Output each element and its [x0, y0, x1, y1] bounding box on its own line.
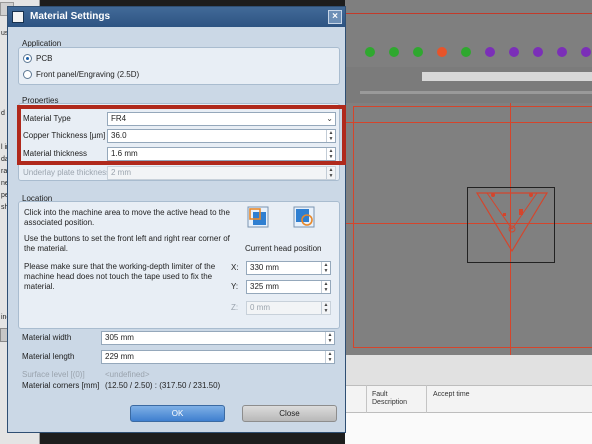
material-corners-label: Material corners [mm] — [22, 381, 100, 390]
material-width-field[interactable]: 305 mm ▲ ▼ — [101, 331, 335, 345]
set-front-left-corner-icon[interactable] — [247, 206, 269, 228]
location-group: Click into the machine area to move the … — [18, 201, 340, 329]
material-length-label: Material length — [22, 352, 75, 361]
column-divider — [366, 385, 367, 413]
tool-indicator-dot — [413, 47, 423, 57]
column-divider — [426, 385, 427, 413]
spinner-arrows-icon[interactable]: ▲ ▼ — [321, 262, 330, 274]
radio-pcb-label: PCB — [36, 54, 53, 63]
spinner-arrows-icon[interactable]: ▲ ▼ — [321, 281, 330, 293]
close-icon[interactable]: × — [328, 10, 342, 24]
z-position-field: 0 mm ▲ ▼ — [246, 301, 331, 315]
column-accept-time[interactable]: Accept time — [433, 391, 470, 399]
radio-pcb[interactable]: PCB — [23, 54, 52, 63]
set-rear-right-corner-icon[interactable] — [293, 206, 315, 228]
job-list-toolbar — [345, 355, 592, 385]
y-position-field[interactable]: 325 mm ▲ ▼ — [246, 280, 331, 294]
tool-indicator-dot — [533, 47, 543, 57]
x-position-field[interactable]: 330 mm ▲ ▼ — [246, 261, 331, 275]
x-label: X: — [231, 263, 239, 272]
spinner-arrows-icon: ▲ ▼ — [321, 302, 330, 314]
rail-line — [345, 13, 592, 14]
tool-indicator-dot — [581, 47, 591, 57]
z-label: Z: — [231, 303, 239, 312]
location-instruction: Please make sure that the working-depth … — [24, 262, 216, 291]
radio-button-icon[interactable] — [23, 54, 32, 63]
x-position-value: 330 mm — [250, 263, 279, 272]
material-corners-value: (12.50 / 2.50) : (317.50 / 231.50) — [105, 381, 221, 390]
dialog-titlebar[interactable]: Material Settings × — [8, 7, 345, 27]
spinner-arrows-icon: ▲ ▼ — [326, 167, 335, 179]
material-length-field[interactable]: 229 mm ▲ ▼ — [101, 350, 335, 364]
underlay-thickness-label: Underlay plate thickness — [23, 168, 111, 177]
surface-level-value: <undefined> — [105, 370, 150, 379]
machine-work-area[interactable] — [345, 103, 592, 355]
surface-level-label: Surface level [(0)] — [22, 370, 85, 379]
material-settings-dialog: Material Settings × Application PCB Fron… — [7, 6, 346, 433]
job-list-body — [345, 413, 592, 444]
radio-front-panel-label: Front panel/Engraving (2.5D) — [36, 70, 140, 79]
background-top-area — [345, 0, 592, 40]
close-button[interactable]: Close — [242, 405, 337, 422]
current-head-position-label: Current head position — [245, 244, 322, 253]
tool-indicator-dot — [509, 47, 519, 57]
guide-line — [345, 122, 592, 123]
application-group: PCB Front panel/Engraving (2.5D) — [18, 47, 340, 85]
location-instruction: Click into the machine area to move the … — [24, 208, 230, 227]
radio-front-panel[interactable]: Front panel/Engraving (2.5D) — [23, 70, 139, 79]
material-length-value: 229 mm — [105, 352, 134, 361]
underlay-thickness-field: 2 mm ▲ ▼ — [107, 166, 336, 180]
machine-status-bar — [422, 72, 592, 81]
tool-indicator-dot — [557, 47, 567, 57]
tool-indicator-dot — [485, 47, 495, 57]
location-instruction: Use the buttons to set the front left an… — [24, 234, 230, 253]
y-label: Y: — [231, 282, 239, 291]
job-list-panel: Fault Description Accept time — [345, 355, 592, 444]
spinner-arrows-icon[interactable]: ▲ ▼ — [325, 332, 334, 344]
underlay-thickness-value: 2 mm — [111, 168, 131, 177]
tool-indicator-row — [345, 45, 592, 59]
tool-indicator-dot — [437, 47, 447, 57]
board-outline-icon — [475, 192, 549, 253]
tool-indicator-dot — [389, 47, 399, 57]
tool-indicator-dot — [461, 47, 471, 57]
material-width-label: Material width — [22, 333, 72, 342]
spinner-arrows-icon[interactable]: ▲ ▼ — [325, 351, 334, 363]
column-fault-description[interactable]: Fault Description — [372, 391, 422, 407]
app-icon — [12, 11, 24, 23]
machine-rail — [360, 91, 592, 94]
z-position-value: 0 mm — [250, 303, 270, 312]
material-width-value: 305 mm — [105, 333, 134, 342]
highlight-annotation — [17, 105, 346, 165]
radio-button-icon[interactable] — [23, 70, 32, 79]
ok-button[interactable]: OK — [130, 405, 225, 422]
dialog-title: Material Settings — [30, 11, 111, 22]
y-position-value: 325 mm — [250, 282, 279, 291]
tool-indicator-dot — [365, 47, 375, 57]
